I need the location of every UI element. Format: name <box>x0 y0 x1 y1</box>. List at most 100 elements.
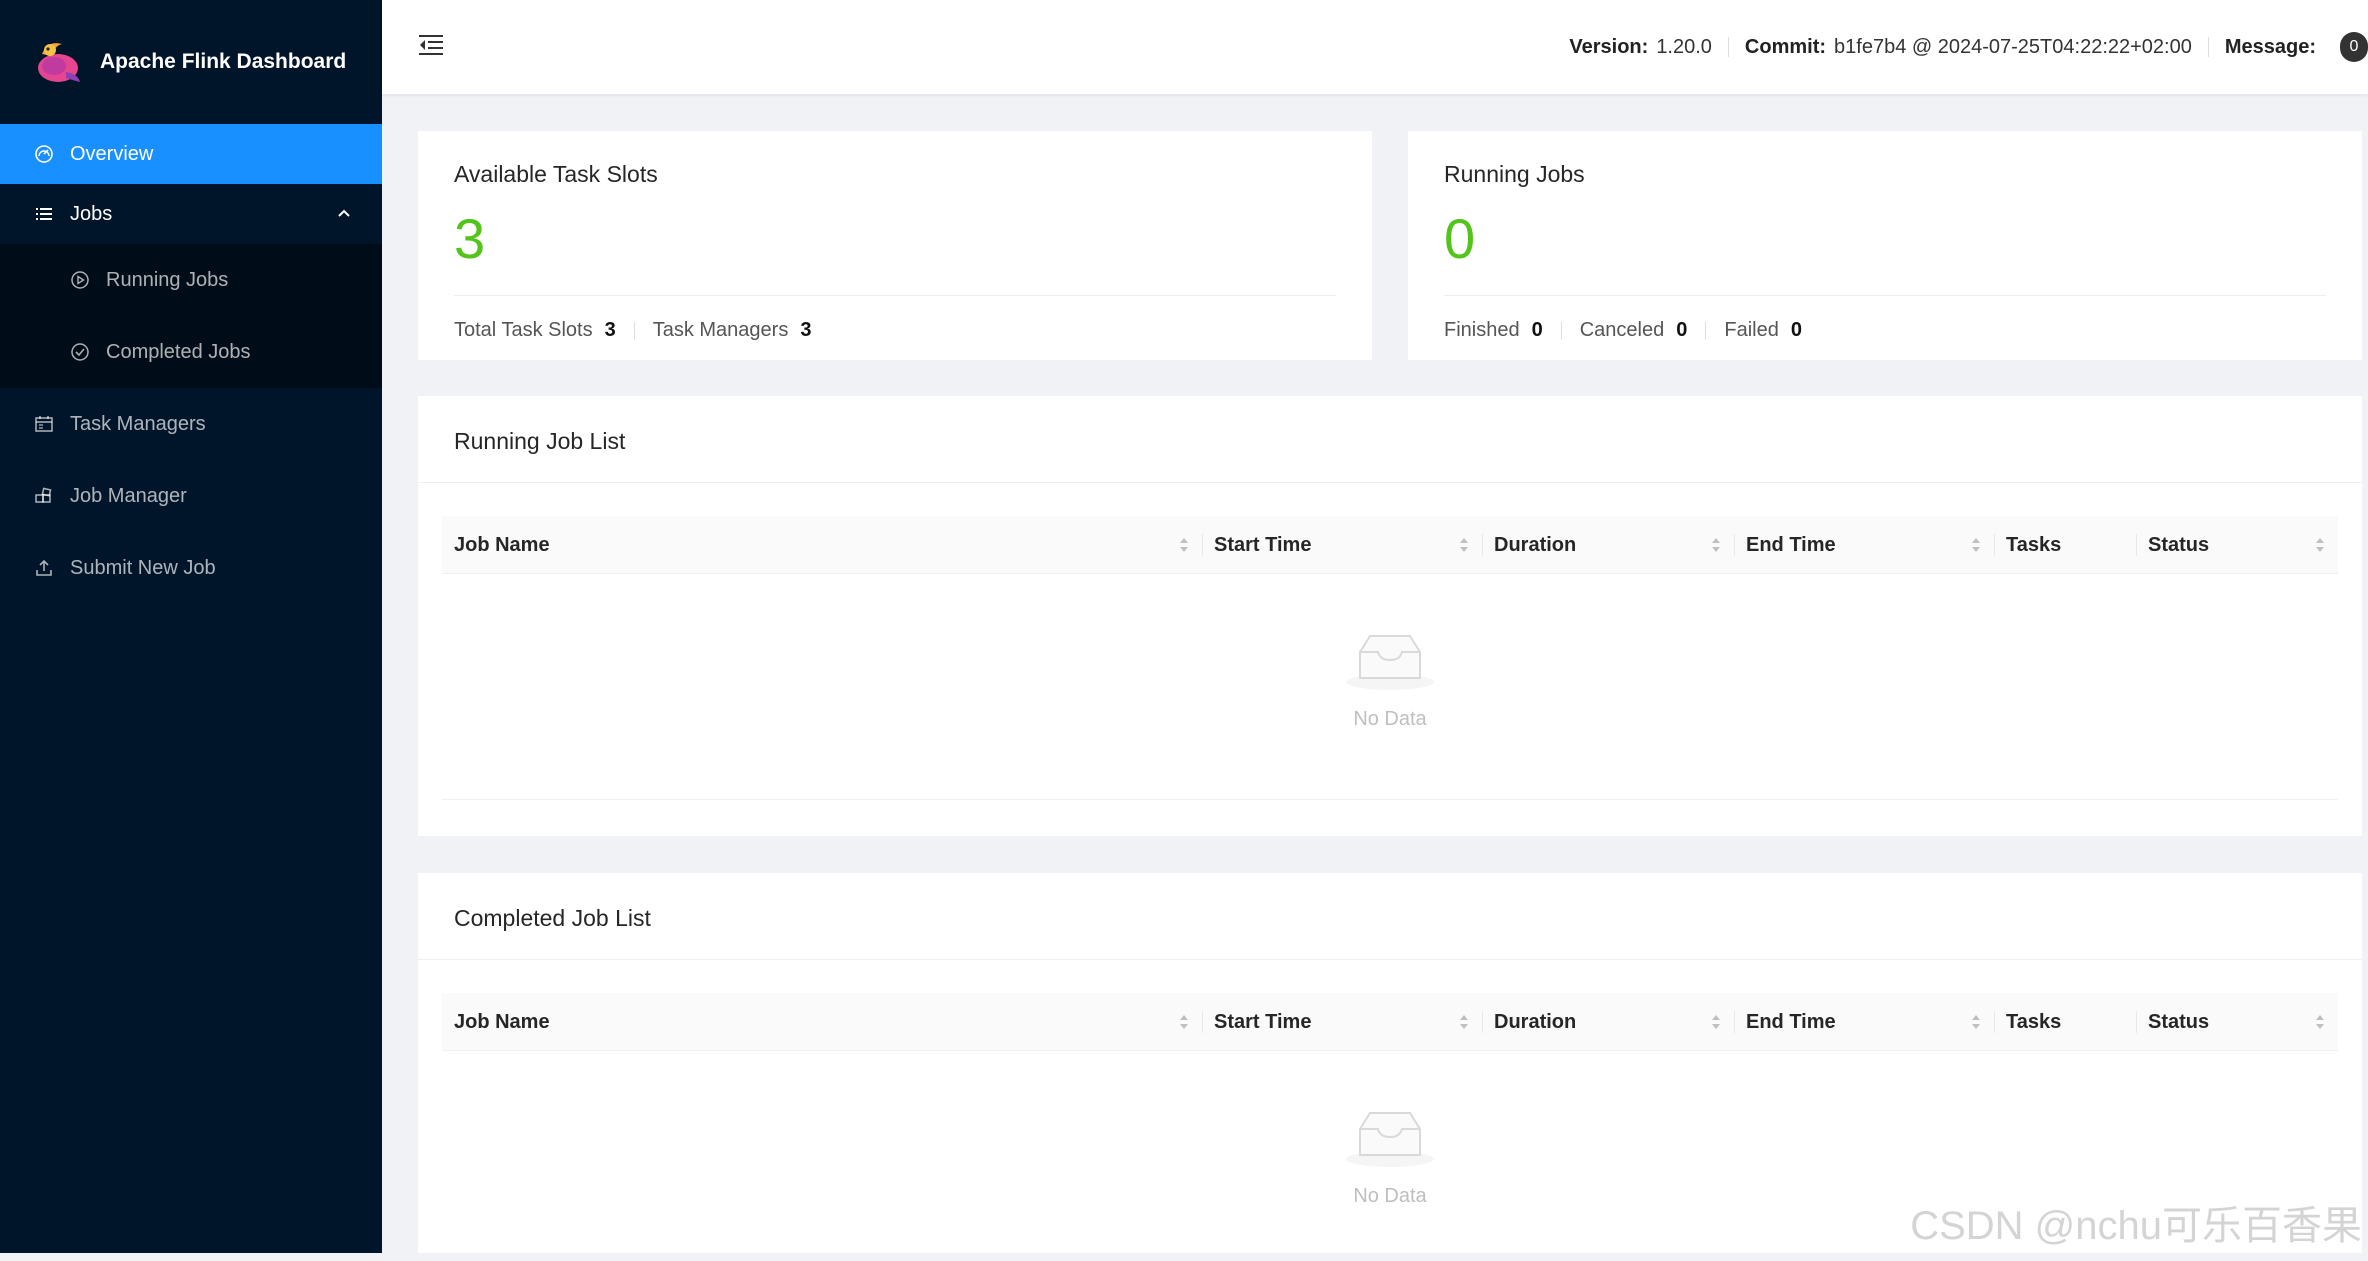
schedule-icon <box>35 416 53 432</box>
column-label: Job Name <box>454 534 550 556</box>
sort-icon[interactable] <box>1970 1013 1982 1031</box>
sort-icon[interactable] <box>1178 1013 1190 1031</box>
column-tasks: Tasks <box>1994 993 2136 1051</box>
failed-label: Failed <box>1724 319 1779 341</box>
running-jobs-card: Running Jobs 0 Finished 0 Canceled 0 Fai… <box>1408 131 2362 360</box>
column-label: End Time <box>1746 1011 1836 1033</box>
watermark: CSDN @nchu可乐百香果 <box>1910 1204 2362 1248</box>
jobs-submenu: Running Jobs Completed Jobs <box>0 244 382 388</box>
divider <box>454 295 1336 296</box>
sort-icon[interactable] <box>1970 536 1982 554</box>
sort-icon[interactable] <box>1458 536 1470 554</box>
sidebar-item-label: Jobs <box>70 202 113 225</box>
sidebar: Apache Flink Dashboard Overview Jobs Run… <box>0 0 382 1253</box>
column-job-name[interactable]: Job Name <box>442 993 1202 1051</box>
column-job-name[interactable]: Job Name <box>442 516 1202 574</box>
column-label: Start Time <box>1214 1011 1312 1033</box>
version-info: Version: 1.20.0 Commit: b1fe7b4 @ 2024-0… <box>1569 32 2368 62</box>
column-duration[interactable]: Duration <box>1482 993 1734 1051</box>
sort-icon[interactable] <box>1178 536 1190 554</box>
sort-icon[interactable] <box>2314 1013 2326 1031</box>
column-status[interactable]: Status <box>2136 993 2338 1051</box>
divider <box>1560 321 1562 340</box>
total-slots-label: Total Task Slots <box>454 319 593 341</box>
chevron-up-icon <box>338 209 350 217</box>
column-duration[interactable]: Duration <box>1482 516 1734 574</box>
sidebar-item-running-jobs[interactable]: Running Jobs <box>0 244 382 316</box>
divider <box>1727 37 1729 57</box>
sidebar-item-job-manager[interactable]: Job Manager <box>0 460 382 532</box>
build-icon <box>35 487 52 503</box>
upload-icon <box>36 559 52 576</box>
app-title: Apache Flink Dashboard <box>100 50 347 73</box>
column-label: Start Time <box>1214 534 1312 556</box>
sidebar-item-label: Overview <box>70 142 154 165</box>
running-job-list-title: Running Job List <box>454 428 626 454</box>
column-label: Tasks <box>2006 534 2062 556</box>
sidebar-item-overview[interactable]: Overview <box>0 124 382 184</box>
column-label: Job Name <box>454 1011 550 1033</box>
empty-text: No Data <box>1353 708 1427 730</box>
canceled-value: 0 <box>1676 319 1688 341</box>
running-jobs-title: Running Jobs <box>1444 161 1585 187</box>
table-header: Job Name Start Time Duration End Time Ta… <box>442 993 2338 1051</box>
divider <box>633 321 635 340</box>
message-count-badge[interactable]: 0 <box>2340 32 2368 62</box>
version-value: 1.20.0 <box>1656 35 1712 58</box>
column-start-time[interactable]: Start Time <box>1202 516 1482 574</box>
empty-inbox-icon <box>1346 1112 1434 1167</box>
task-slots-card: Available Task Slots 3 Total Task Slots … <box>418 131 1372 360</box>
sort-icon[interactable] <box>1458 1013 1470 1031</box>
column-label: Duration <box>1494 534 1577 556</box>
message-label[interactable]: Message: <box>2225 36 2316 59</box>
sidebar-item-jobs[interactable]: Jobs <box>0 184 382 244</box>
task-managers-label: Task Managers <box>652 319 789 341</box>
column-end-time[interactable]: End Time <box>1734 516 1994 574</box>
completed-job-list-title: Completed Job List <box>454 905 651 931</box>
list-icon <box>36 208 52 220</box>
task-slots-value: 3 <box>454 207 486 270</box>
total-slots-value: 3 <box>604 319 616 341</box>
divider <box>418 959 2362 960</box>
sidebar-item-completed-jobs[interactable]: Completed Jobs <box>0 316 382 388</box>
sort-icon[interactable] <box>1710 1013 1722 1031</box>
column-end-time[interactable]: End Time <box>1734 993 1994 1051</box>
task-slots-title: Available Task Slots <box>454 161 658 187</box>
commit-label: Commit: <box>1744 35 1827 58</box>
divider <box>1705 321 1707 340</box>
task-slots-footer: Total Task Slots 3 Task Managers 3 <box>454 319 811 342</box>
sort-icon[interactable] <box>2314 536 2326 554</box>
play-circle-icon <box>71 271 89 289</box>
empty-state: No Data <box>442 574 2338 800</box>
column-label: Status <box>2148 1011 2210 1033</box>
column-status[interactable]: Status <box>2136 516 2338 574</box>
menu-fold-icon[interactable] <box>418 32 444 58</box>
column-label: Status <box>2148 534 2210 556</box>
divider <box>418 482 2362 483</box>
running-job-list-card: Running Job List Job Name Start Time Dur… <box>418 396 2362 836</box>
divider <box>2207 37 2209 57</box>
sidebar-item-label: Running Jobs <box>106 268 229 291</box>
sort-icon[interactable] <box>1710 536 1722 554</box>
brand[interactable]: Apache Flink Dashboard <box>0 0 382 124</box>
sidebar-item-label: Submit New Job <box>70 556 216 579</box>
column-label: Duration <box>1494 1011 1577 1033</box>
table-header: Job Name Start Time Duration End Time Ta… <box>442 516 2338 574</box>
version-label: Version: <box>1569 35 1649 58</box>
sidebar-item-label: Task Managers <box>70 412 206 435</box>
canceled-label: Canceled <box>1579 319 1665 341</box>
sidebar-item-label: Job Manager <box>70 484 187 507</box>
flink-logo-icon <box>38 43 80 82</box>
sidebar-item-submit-new-job[interactable]: Submit New Job <box>0 532 382 604</box>
finished-label: Finished <box>1444 319 1520 341</box>
sidebar-item-label: Completed Jobs <box>106 340 251 363</box>
column-start-time[interactable]: Start Time <box>1202 993 1482 1051</box>
finished-value: 0 <box>1531 319 1543 341</box>
sidebar-item-task-managers[interactable]: Task Managers <box>0 388 382 460</box>
top-header: Version: 1.20.0 Commit: b1fe7b4 @ 2024-0… <box>382 0 2368 94</box>
divider <box>1444 295 2326 296</box>
column-tasks: Tasks <box>1994 516 2136 574</box>
column-label: End Time <box>1746 534 1836 556</box>
task-managers-value: 3 <box>800 319 812 341</box>
dashboard-icon <box>35 145 53 163</box>
